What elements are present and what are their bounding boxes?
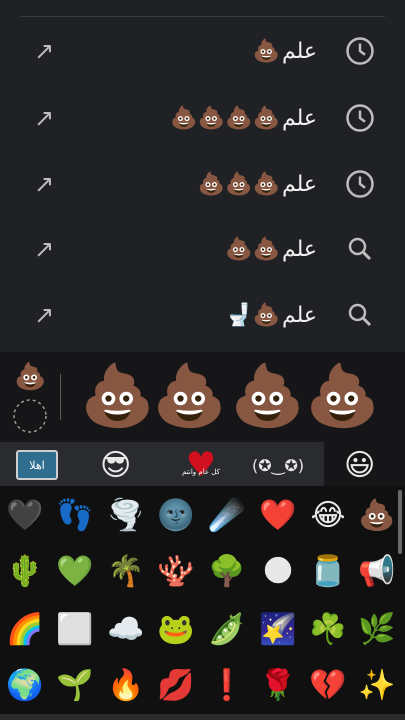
tab-emoji[interactable]: 😃 [344, 447, 376, 483]
emoji-key[interactable]: 🌪️ [101, 488, 151, 544]
emoji-key[interactable]: 🖤 [0, 488, 50, 544]
emoji-key[interactable]: 🫛 [202, 602, 252, 658]
emoji-key[interactable]: ☄️ [202, 488, 252, 544]
emoji-key[interactable]: 💋 [151, 658, 201, 714]
suggestion-row[interactable]: ↗ علم 💩💩💩 [0, 151, 405, 217]
emoji-key[interactable]: 🫙 [303, 544, 353, 600]
tab-gif[interactable]: ♥كل عام وانتم بخير [180, 445, 222, 510]
search-icon [348, 237, 372, 261]
kaomoji-label: (✪‿✪) [252, 455, 305, 475]
tab-stickers[interactable]: اهلا [16, 448, 58, 482]
insert-arrow-icon[interactable]: ↗ [30, 235, 58, 263]
emoji-key[interactable]: ❤️ [253, 488, 303, 544]
emoji-key[interactable]: ☘️ [303, 602, 353, 658]
emoji-key[interactable]: 💔 [303, 658, 353, 714]
emoji-key[interactable]: 📢 [352, 544, 402, 600]
insert-arrow-icon[interactable]: ↗ [30, 301, 58, 329]
emoji-key[interactable]: ⬜ [50, 602, 100, 658]
emoji-key[interactable]: 🌱 [50, 658, 100, 714]
emoji-key[interactable]: 🌹 [253, 658, 303, 714]
tab-kaomoji[interactable]: (✪‿✪) [252, 448, 304, 482]
divider [20, 16, 385, 17]
scrollbar-thumb[interactable] [398, 490, 402, 554]
insert-arrow-icon[interactable]: ↗ [30, 37, 58, 65]
insert-arrow-icon[interactable]: ↗ [30, 170, 58, 198]
emoji-key[interactable]: 🪸 [151, 544, 201, 600]
suggestion-text: علم 💩 [252, 38, 317, 64]
emoji-key[interactable]: 🐸 [151, 602, 201, 658]
heart-sticker-icon: ♥كل عام وانتم بخير [182, 445, 220, 510]
history-icon [346, 104, 374, 132]
search-suggestions: ↗ علم 💩 ↗ علم 💩💩💩💩 ↗ علم 💩💩💩 ↗ علم 💩💩 ↗ علم 💩… [0, 0, 405, 352]
emoji-key[interactable]: ✨ [352, 658, 402, 714]
emoji-key[interactable]: 💩 [352, 488, 402, 544]
emoji-variant[interactable]: 💩 [152, 360, 227, 432]
emoji-category-bar: اهلا 😎 ♥كل عام وانتم بخير (✪‿✪) 😃 [0, 442, 405, 510]
suggestion-text: علم 💩🚽 [225, 302, 317, 328]
suggestion-row[interactable]: ↗ علم 💩💩 [0, 216, 405, 282]
emoji-key[interactable]: 😂 [303, 488, 353, 544]
search-icon [348, 303, 372, 327]
emoji-key[interactable]: 🔥 [101, 658, 151, 714]
separator [60, 374, 61, 420]
emoji-key[interactable]: ❗ [202, 658, 252, 714]
insert-arrow-icon[interactable]: ↗ [30, 104, 58, 132]
emoji-key[interactable]: 🌈 [0, 602, 50, 658]
emoji-key[interactable]: 🌿 [352, 602, 402, 658]
selected-emoji[interactable]: 💩 [14, 362, 46, 392]
suggestion-row[interactable]: ↗ علم 💩 [0, 18, 405, 84]
tab-animated-emoji[interactable]: 😎 [100, 447, 132, 483]
emoji-key[interactable]: 🌳 [202, 544, 252, 600]
suggestion-row[interactable]: ↗ علم 💩💩💩💩 [0, 85, 405, 151]
history-icon [346, 37, 374, 65]
emoji-key[interactable]: 🌠 [253, 602, 303, 658]
emoji-key[interactable]: ☁️ [101, 602, 151, 658]
suggestion-row[interactable]: ↗ علم 💩🚽 [0, 282, 405, 348]
cool-face-icon: 😎 [100, 447, 132, 483]
suggestion-text: علم 💩💩 [225, 236, 317, 262]
emoji-key[interactable]: 🌍 [0, 658, 50, 714]
emoji-key[interactable]: 🌑 [253, 544, 303, 600]
bottom-bar [0, 714, 405, 720]
sticker-icon: اهلا [16, 450, 58, 480]
emoji-variant[interactable]: 💩 [80, 360, 155, 432]
emoji-key[interactable]: 🌴 [101, 544, 151, 600]
emoji-variant[interactable]: 💩 [305, 360, 380, 432]
emoji-suggestion-strip: 💩 💩 💩 💩 💩 [0, 352, 405, 442]
suggestion-text: علم 💩💩💩💩 [170, 105, 317, 131]
emoji-key[interactable]: 💚 [50, 544, 100, 600]
emoji-grid: 🖤 👣 🌪️ 🌚 ☄️ ❤️ 😂 💩 🌵 💚 🌴 🪸 🌳 🌑 🫙 📢 🌈 ⬜ ☁… [0, 486, 405, 720]
smiley-icon: 😃 [344, 447, 376, 483]
emoji-key[interactable]: 🌚 [151, 488, 201, 544]
emoji-key[interactable]: 🌵 [0, 544, 50, 600]
emoji-variant-ring-icon[interactable] [12, 398, 48, 434]
history-icon [346, 170, 374, 198]
suggestion-text: علم 💩💩💩 [197, 171, 317, 197]
emoji-variant[interactable]: 💩 [230, 360, 305, 432]
emoji-key[interactable]: 👣 [50, 488, 100, 544]
